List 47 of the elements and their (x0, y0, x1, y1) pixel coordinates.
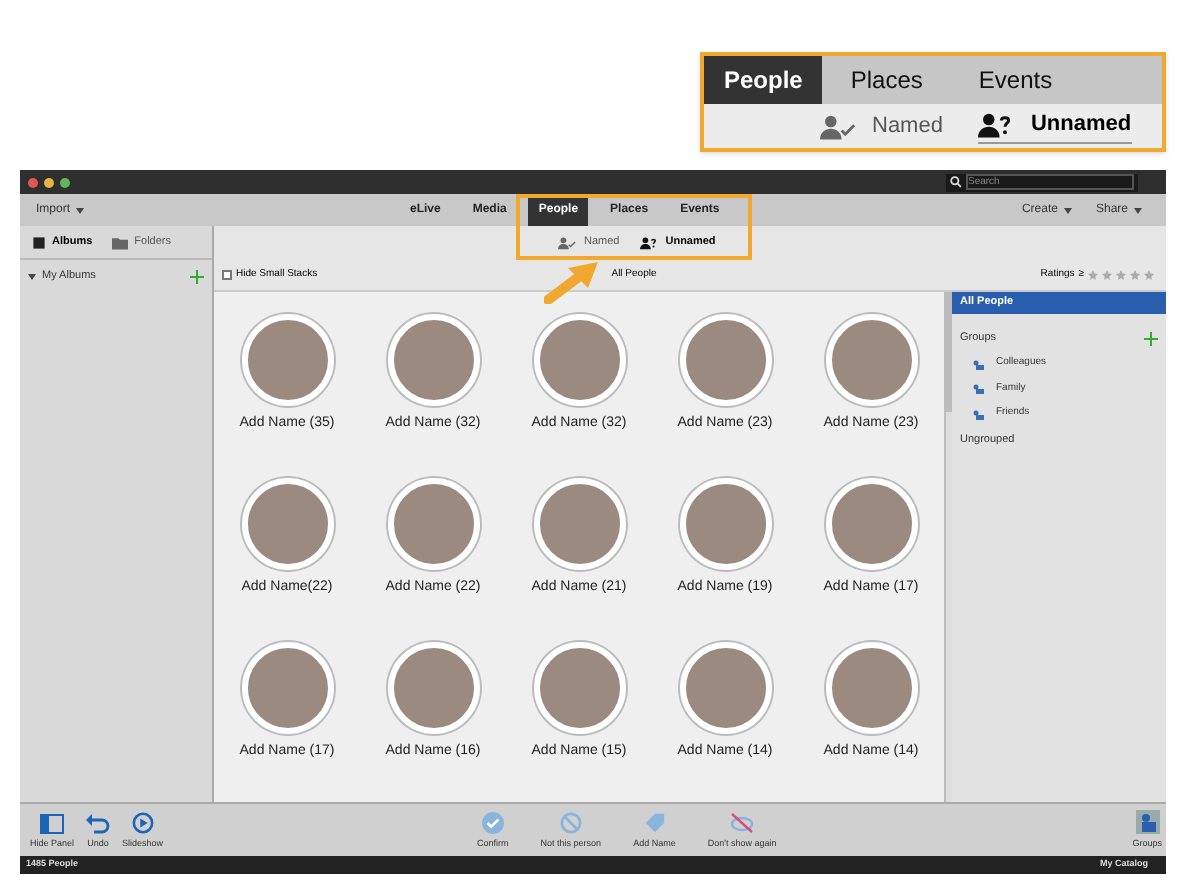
photo-placeholder[interactable] (679, 642, 771, 734)
photo-placeholder[interactable] (825, 642, 917, 734)
photo-placeholder[interactable] (679, 478, 771, 570)
photo-placeholder[interactable] (825, 314, 917, 406)
folder-icon (112, 235, 129, 249)
view-tab[interactable]: Unnamed (978, 108, 1132, 144)
undo-icon (86, 814, 111, 835)
photo-placeholder[interactable] (387, 642, 479, 734)
photo-placeholder[interactable] (387, 314, 479, 406)
caret-icon (1063, 207, 1072, 213)
photo-placeholder[interactable] (241, 478, 333, 570)
tab[interactable]: Places (822, 56, 951, 104)
checkbox[interactable] (222, 270, 232, 280)
photo-placeholder[interactable] (241, 642, 333, 734)
check-circle-icon (481, 812, 504, 835)
play-icon (131, 812, 154, 835)
add-icon[interactable] (190, 269, 204, 283)
photo-placeholder[interactable] (533, 478, 625, 570)
photo-placeholder[interactable] (679, 314, 771, 406)
pointer-arrow (544, 260, 600, 304)
photo-placeholder[interactable] (825, 478, 917, 570)
photo-placeholder[interactable] (533, 314, 625, 406)
album-icon (32, 235, 46, 249)
caret-icon (1134, 207, 1142, 213)
photo-placeholder[interactable] (241, 314, 333, 406)
tab[interactable]: Events (950, 56, 1081, 104)
tag-icon (643, 812, 666, 835)
person-question-icon (978, 112, 1015, 138)
tab[interactable]: People (704, 56, 823, 104)
disclosure-icon[interactable] (28, 273, 36, 279)
group-icon (972, 359, 984, 369)
person-check-icon (558, 236, 576, 250)
prohibited-icon (559, 812, 582, 835)
person-question-icon (639, 236, 658, 250)
caret-icon (76, 207, 85, 213)
crossed-eye-icon (730, 812, 755, 835)
group-icon (972, 384, 984, 394)
add-icon[interactable] (1144, 331, 1158, 346)
group-icon (972, 409, 984, 419)
panel-icon (40, 814, 64, 835)
view-tab[interactable]: Named (820, 109, 943, 143)
photo-placeholder[interactable] (387, 478, 479, 570)
star-rating[interactable] (1088, 270, 1154, 280)
person-check-icon (820, 113, 856, 139)
groups-icon (1135, 810, 1160, 835)
search-icon (950, 176, 962, 188)
photo-placeholder[interactable] (533, 642, 625, 734)
